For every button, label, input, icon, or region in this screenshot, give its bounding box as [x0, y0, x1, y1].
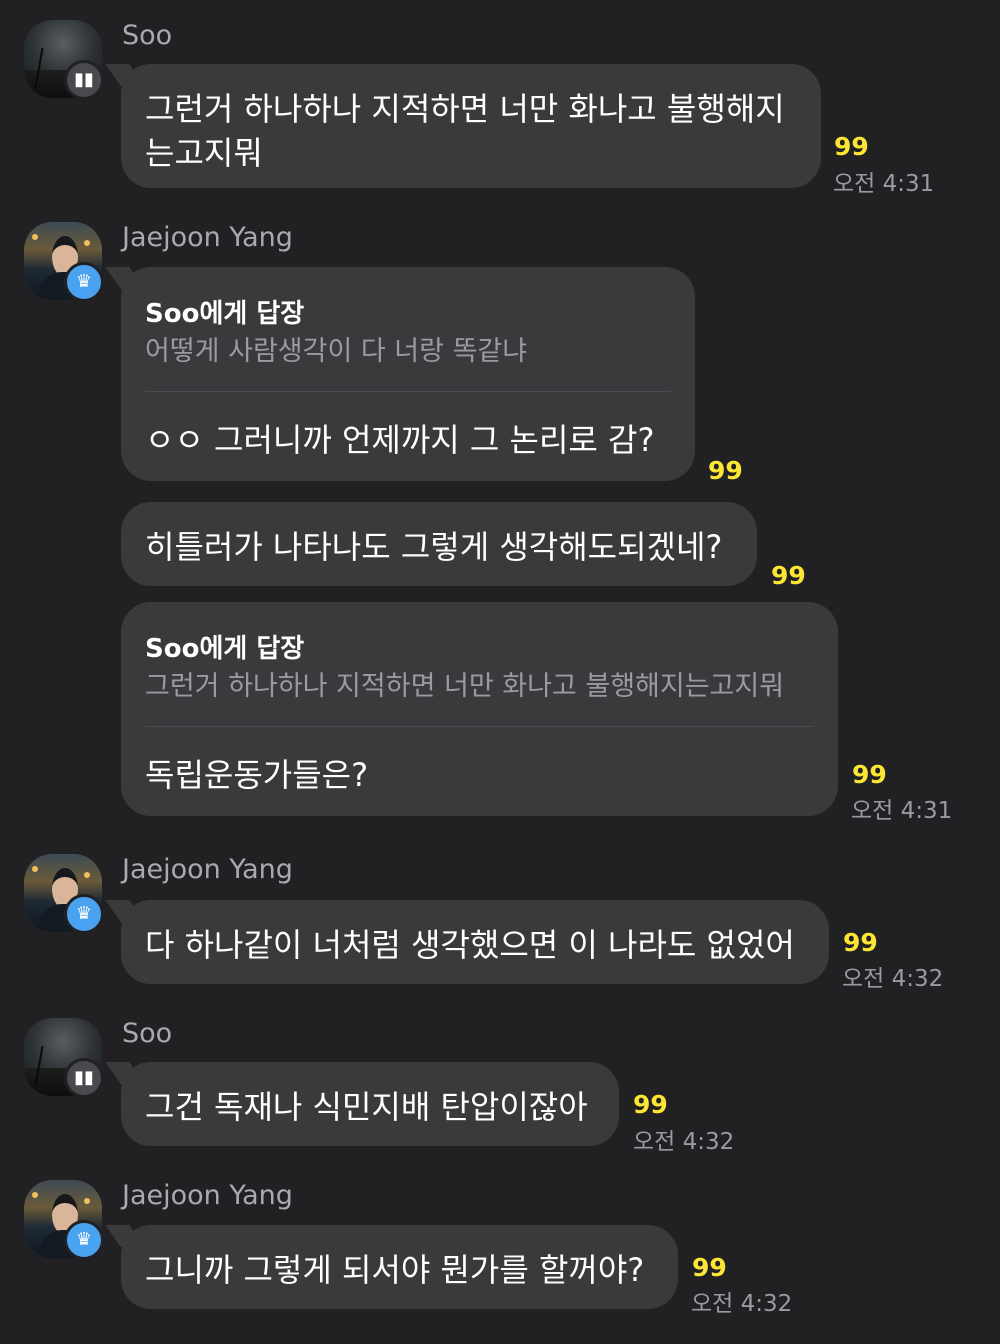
app-icon: ▮▮: [74, 69, 94, 90]
message-bubble[interactable]: 그니까 그렇게 되서야 뭔가를 할꺼야?: [121, 1225, 678, 1309]
crown-icon: ♛: [64, 894, 104, 934]
sender-name: Jaejoon Yang: [122, 222, 293, 253]
avatar-image: [32, 866, 38, 872]
message-text: 는고지뭐: [145, 134, 263, 172]
reply-to-label: Soo에게 답장: [145, 299, 305, 329]
crown-glyph: ♛: [75, 903, 93, 924]
message-bubble[interactable]: 다 하나같이 너처럼 생각했으면 이 나라도 없었어: [121, 900, 829, 984]
message-bubble[interactable]: 그런거 하나하나 지적하면 너만 화나고 불행해지 는고지뭐: [121, 64, 821, 188]
timestamp: 오전 4:32: [691, 1291, 793, 1317]
timestamp: 오전 4:31: [851, 798, 953, 824]
message-text: 그건 독재나 식민지배 탄압이잖아: [145, 1088, 588, 1126]
unread-count: 99: [708, 456, 743, 485]
app-badge-icon: ▮▮: [64, 1058, 104, 1098]
crown-icon: ♛: [64, 1220, 104, 1260]
avatar-image: [32, 1192, 38, 1198]
message-text: ㅇㅇ 그러니까 언제까지 그 논리로 감?: [145, 421, 655, 459]
unread-count: 99: [771, 561, 806, 590]
sender-name: Jaejoon Yang: [122, 1180, 293, 1211]
unread-count: 99: [692, 1253, 727, 1282]
avatar-image: [84, 240, 90, 246]
app-icon: ▮▮: [74, 1067, 94, 1088]
unread-count: 99: [834, 132, 869, 161]
timestamp: 오전 4:32: [842, 966, 944, 992]
message-bubble[interactable]: 히틀러가 나타나도 그렇게 생각해도되겠네?: [121, 502, 757, 586]
message-text: 그니까 그렇게 되서야 뭔가를 할꺼야?: [145, 1251, 645, 1289]
timestamp: 오전 4:31: [833, 171, 935, 197]
unread-count: 99: [843, 928, 878, 957]
message-bubble[interactable]: 그건 독재나 식민지배 탄압이잖아: [121, 1062, 619, 1146]
quoted-message[interactable]: 어떻게 사람생각이 다 너랑 똑같냐: [145, 329, 527, 368]
sender-name: Soo: [122, 20, 173, 51]
avatar-image: [84, 872, 90, 878]
reply-message-bubble[interactable]: Soo에게 답장 어떻게 사람생각이 다 너랑 똑같냐 ㅇㅇ 그러니까 언제까지…: [121, 267, 695, 481]
message-text: 그런거 하나하나 지적하면 너만 화나고 불행해지: [145, 90, 785, 128]
crown-glyph: ♛: [75, 271, 93, 292]
avatar-image: [84, 1198, 90, 1204]
divider: [145, 391, 671, 392]
avatar-image: [32, 234, 38, 240]
crown-icon: ♛: [64, 262, 104, 302]
app-badge-icon: ▮▮: [64, 60, 104, 100]
sender-name: Jaejoon Yang: [122, 854, 293, 885]
divider: [145, 726, 814, 727]
unread-count: 99: [852, 760, 887, 789]
unread-count: 99: [633, 1090, 668, 1119]
quoted-message[interactable]: 그런거 하나하나 지적하면 너만 화나고 불행해지는고지뭐: [145, 664, 784, 703]
sender-name: Soo: [122, 1018, 173, 1049]
message-text: 독립운동가들은?: [145, 756, 369, 794]
crown-glyph: ♛: [75, 1229, 93, 1250]
reply-to-label: Soo에게 답장: [145, 634, 305, 664]
timestamp: 오전 4:32: [633, 1129, 735, 1155]
message-text: 다 하나같이 너처럼 생각했으면 이 나라도 없었어: [145, 926, 795, 964]
message-text: 히틀러가 나타나도 그렇게 생각해도되겠네?: [145, 528, 723, 566]
reply-message-bubble[interactable]: Soo에게 답장 그런거 하나하나 지적하면 너만 화나고 불행해지는고지뭐 독…: [121, 602, 838, 816]
